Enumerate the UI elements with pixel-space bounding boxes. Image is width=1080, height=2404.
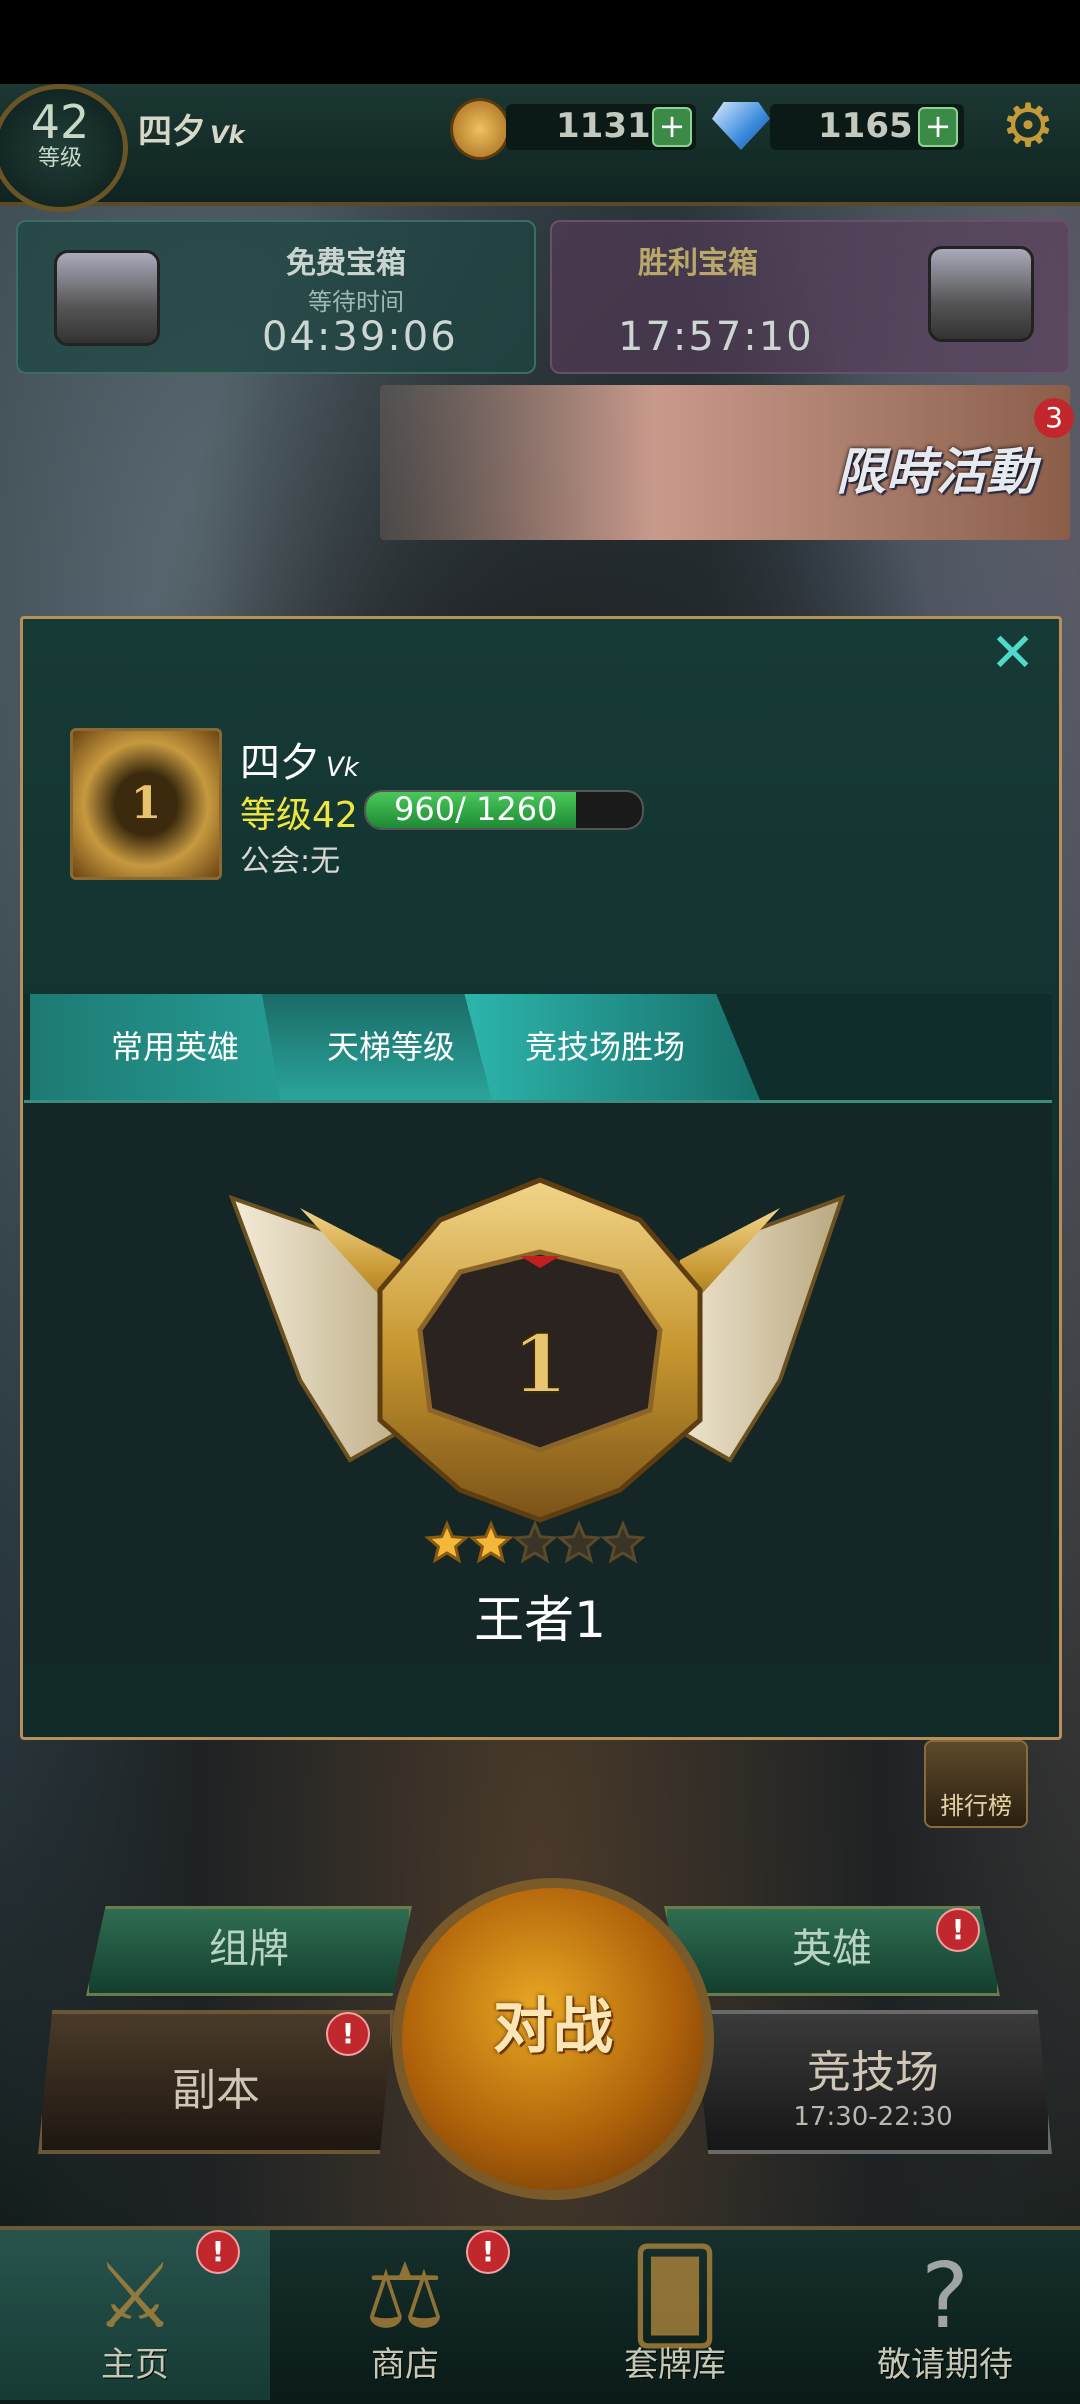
tab-arena-wins[interactable]: 竞技场胜场 (500, 994, 710, 1100)
question-icon: ? (921, 2244, 969, 2349)
free-chest-icon (54, 250, 160, 346)
gem-value: 1165 (818, 106, 913, 146)
close-icon[interactable]: ✕ (990, 626, 1035, 680)
nav-shop-alert-badge: ! (466, 2230, 510, 2274)
nav-deck-library-label: 套牌库 (624, 2345, 726, 2385)
gem-counter: 1165 + (770, 104, 964, 150)
nav-coming-soon[interactable]: ? 敬请期待 (810, 2230, 1080, 2400)
hero-alert-badge: ! (936, 1908, 980, 1952)
deck-button[interactable]: 组牌 (86, 1906, 412, 1996)
victory-chest-timer: 17:57:10 (618, 314, 814, 360)
nav-shop-label: 商店 (371, 2345, 439, 2385)
player-level-label: 等级 (37, 146, 82, 171)
arena-hours: 17:30-22:30 (793, 2102, 953, 2132)
cards-icon: 🂠 (628, 2244, 722, 2349)
player-level-value: 42 (30, 95, 90, 149)
experience-text: 960/ 1260 (394, 790, 558, 828)
dungeon-label: 副本 (172, 2065, 260, 2116)
dungeon-alert-badge: ! (326, 2012, 370, 2056)
leaderboard-button[interactable]: 排行榜 (924, 1740, 1028, 1828)
victory-chest-panel[interactable]: 胜利宝箱 17:57:10 (550, 220, 1070, 374)
gold-coin-icon (450, 98, 510, 160)
event-count-badge: 3 (1034, 398, 1074, 438)
add-gems-button[interactable]: + (918, 107, 958, 147)
player-name[interactable]: 四夕 ᐯk (138, 104, 245, 153)
profile-name: 四夕 ᐯk (240, 730, 359, 788)
free-chest-timer: 04:39:06 (262, 314, 458, 360)
nav-home-alert-badge: ! (196, 2230, 240, 2274)
tab-favorite-heroes[interactable]: 常用英雄 (70, 994, 280, 1100)
nav-deck-library[interactable]: 🂠 套牌库 (540, 2230, 810, 2400)
profile-name-text: 四夕 (240, 740, 320, 786)
gear-icon[interactable]: ⚙ (998, 96, 1058, 156)
profile-level: 等级42 (240, 795, 358, 836)
player-name-text: 四夕 (138, 112, 206, 152)
victory-chest-icon (928, 246, 1034, 342)
status-bar (0, 0, 1080, 84)
crossed-swords-icon: ⚔ (94, 2244, 176, 2349)
free-chest-panel[interactable]: 免费宝箱 等待时间 04:39:06 (16, 220, 536, 374)
limited-event-label: 限時活動 (836, 443, 1036, 501)
free-chest-title: 免费宝箱 (286, 246, 406, 281)
nav-coming-soon-label: 敬请期待 (877, 2345, 1013, 2385)
battle-label: 对战 (493, 1992, 613, 2062)
gold-counter: 1131 + (506, 104, 696, 150)
avatar-rank-number: 1 (130, 778, 162, 829)
player-name-badge: ᐯk (210, 121, 245, 149)
guild-info: 公会:无 (240, 844, 341, 879)
scales-icon: ⚖ (364, 2244, 446, 2349)
victory-chest-title: 胜利宝箱 (638, 246, 758, 281)
arena-button[interactable]: 竞技场 17:30-22:30 (694, 2010, 1052, 2154)
profile-name-badge: ᐯk (326, 753, 359, 783)
nav-home-label: 主页 (101, 2345, 169, 2385)
rank-name: 王者1 (474, 1591, 606, 1649)
gold-value: 1131 (556, 106, 651, 146)
tab-ladder-rank[interactable]: 天梯等级 (286, 994, 496, 1100)
ladder-rank-panel (24, 1103, 1052, 1663)
arena-label: 竞技场 (807, 2047, 939, 2098)
free-chest-subtitle: 等待时间 (308, 288, 404, 316)
add-gold-button[interactable]: + (652, 107, 692, 147)
leaderboard-label: 排行榜 (940, 1792, 1012, 1820)
